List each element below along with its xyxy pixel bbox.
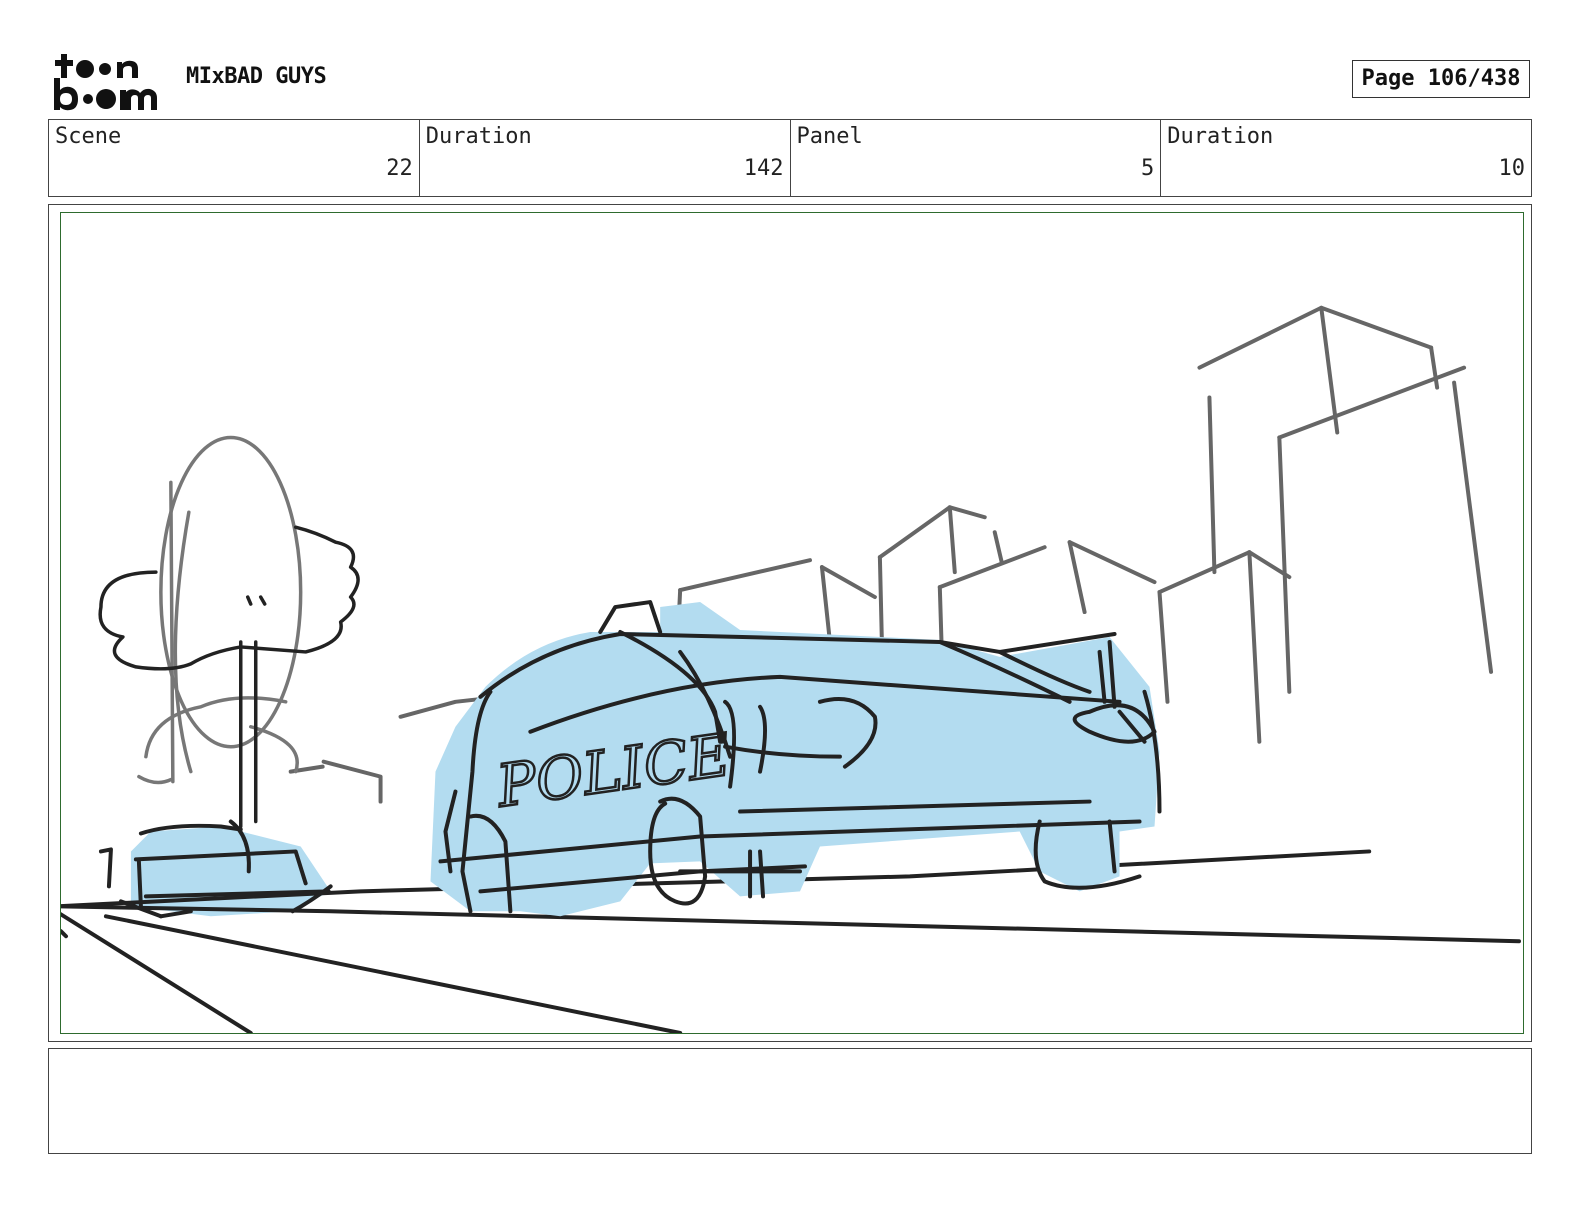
scene-cell: Scene 22 (49, 120, 420, 196)
tree-outline (98, 525, 360, 829)
panel-duration-cell: Duration 10 (1161, 120, 1531, 196)
panel-sketch: POLICE (61, 305, 1522, 1033)
scene-duration-label: Duration (425, 124, 532, 149)
page-indicator: Page 106/438 (1352, 60, 1530, 98)
panel-duration-value: 10 (1498, 156, 1526, 181)
scene-value: 22 (386, 156, 413, 181)
panel-notes-box (48, 1048, 1532, 1154)
panel-value: 5 (1141, 156, 1155, 181)
panel-cell: Panel 5 (791, 120, 1162, 196)
panel-label: Panel (796, 124, 863, 149)
toon-boom-logo (54, 54, 157, 111)
panel-duration-label: Duration (1167, 124, 1274, 149)
panel-safe-area: POLICE (60, 212, 1524, 1034)
scene-duration-value: 142 (743, 156, 784, 181)
scene-label: Scene (55, 124, 122, 149)
scene-info-table: Scene 22 Duration 142 Panel 5 Duration 1… (48, 119, 1532, 197)
scene-duration-cell: Duration 142 (420, 120, 791, 196)
tree-sketch (137, 435, 303, 785)
storyboard-panel: POLICE (48, 204, 1532, 1042)
project-title: MIxBAD GUYS (186, 64, 327, 89)
